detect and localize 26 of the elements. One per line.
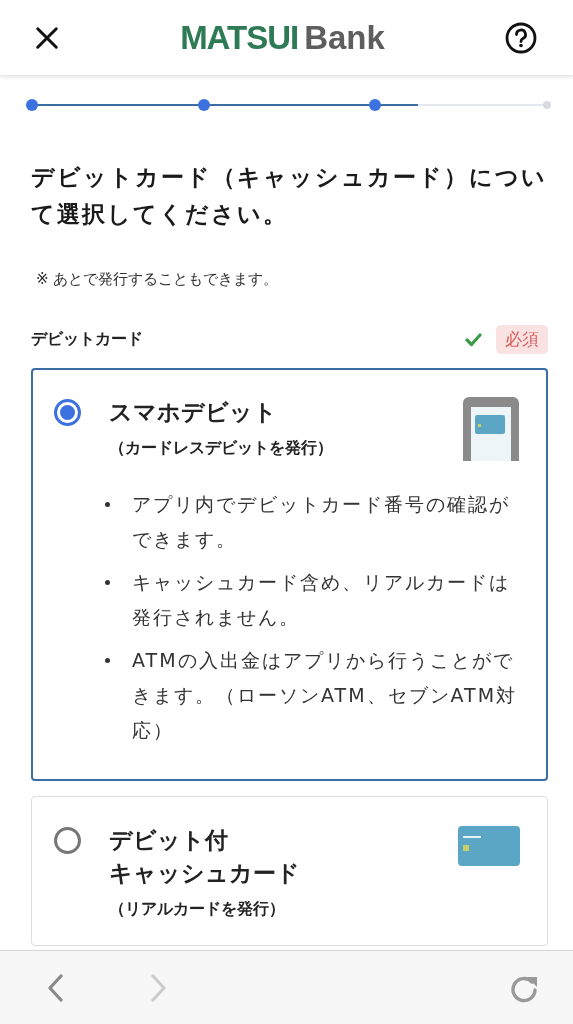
bullet-text: アプリ内でデビットカード番号の確認ができます。 [132, 492, 511, 552]
option-title: スマホデビット [109, 398, 278, 427]
radio-button[interactable] [54, 827, 81, 854]
required-badge: 必須 [496, 325, 548, 354]
help-icon[interactable] [505, 21, 537, 54]
note-text: ※ あとで発行することもできます。 [36, 270, 280, 289]
debit-card-icon [457, 825, 521, 867]
bullet-text: ATMの入出金はアプリから行うことができます。（ローソンATM、セブンATM対応） [132, 648, 519, 743]
option-card[interactable]: デビット付 キャッシュカード （リアルカードを発行） [31, 796, 548, 946]
section-label: デビットカード [31, 329, 143, 350]
logo-text: MATSUI [180, 18, 299, 57]
bullet-text: キャッシュカード含め、リアルカードは発行されません。 [132, 570, 511, 630]
logo-text: Bank [304, 18, 385, 57]
option-title: キャッシュカード [109, 859, 301, 888]
radio-button[interactable] [54, 399, 81, 426]
option-subtitle: （リアルカードを発行） [109, 898, 286, 920]
phone-card-icon [461, 395, 521, 461]
option-card[interactable]: スマホデビット （カードレスデビットを発行） アプリ内でデビットカード番号の確認ができます。 キャッシュカード含め、リアルカードは発行されません。 ATMの入出金はアプリから行うことができます。（ローソンATM、セブンATM対応） [31, 368, 548, 781]
page-title: デビットカード（キャッシュカード）について選択してください。 [31, 163, 548, 229]
close-icon[interactable] [34, 24, 60, 51]
option-subtitle: （カードレスデビットを発行） [109, 437, 334, 459]
bullet-icon [105, 580, 110, 585]
back-icon[interactable] [47, 973, 64, 1002]
bullet-icon [105, 658, 110, 663]
bullet-icon [105, 502, 110, 507]
option-title: デビット付 [109, 826, 229, 855]
